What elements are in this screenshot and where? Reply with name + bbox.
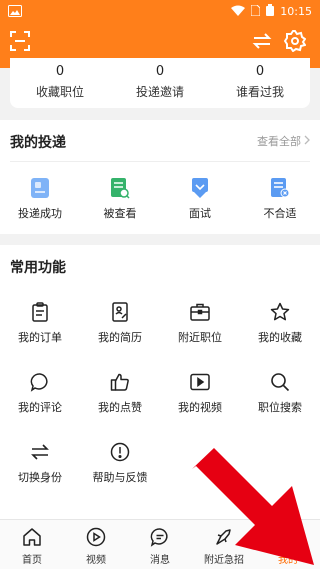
- stats-card: 0 收藏职位 0 投递邀请 0 谁看过我: [10, 58, 310, 108]
- func-label: 我的评论: [18, 401, 62, 414]
- stat-invitations[interactable]: 0 投递邀请: [110, 58, 210, 108]
- func-job-search[interactable]: 职位搜索: [240, 370, 320, 415]
- divider: [10, 161, 310, 162]
- delivery-unsuitable[interactable]: 不合适: [240, 176, 320, 221]
- scan-icon[interactable]: [10, 31, 30, 55]
- func-label: 我的视频: [178, 401, 222, 414]
- status-bar: 10:15: [0, 0, 320, 24]
- stat-value: 0: [255, 64, 265, 79]
- switch-icon: [28, 440, 52, 464]
- section-title: 我的投递: [10, 135, 66, 151]
- stat-label: 谁看过我: [235, 85, 284, 99]
- clipboard-icon: [28, 300, 52, 324]
- clock-time: 10:15: [280, 5, 312, 18]
- section-title: 常用功能: [10, 260, 66, 276]
- chevron-right-icon: [304, 135, 310, 148]
- video-icon: [188, 370, 212, 394]
- stat-favorites[interactable]: 0 收藏职位: [10, 58, 110, 108]
- comment-icon: [28, 370, 52, 394]
- message-icon: [149, 526, 171, 548]
- resume-success-icon: [28, 176, 52, 200]
- func-my-orders[interactable]: 我的订单: [0, 300, 80, 345]
- search-icon: [268, 370, 292, 394]
- func-help-feedback[interactable]: 帮助与反馈: [80, 440, 160, 485]
- func-label: 附近职位: [178, 331, 222, 344]
- func-label: 我的收藏: [258, 331, 302, 344]
- stat-value: 0: [55, 64, 65, 79]
- my-delivery-card: 我的投递 查看全部 投递成功 被查看 面试 不合适: [0, 120, 320, 234]
- func-my-favorites[interactable]: 我的收藏: [240, 300, 320, 345]
- stat-viewers[interactable]: 0 谁看过我: [210, 58, 310, 108]
- nav-label: 视频: [86, 555, 106, 566]
- nav-label: 首页: [22, 555, 42, 566]
- settings-gear-icon[interactable]: [283, 30, 307, 56]
- func-nearby-jobs[interactable]: 附近职位: [160, 300, 240, 345]
- delivery-success[interactable]: 投递成功: [0, 176, 80, 221]
- delivery-label: 面试: [189, 207, 211, 220]
- func-label: 帮助与反馈: [92, 471, 148, 484]
- home-icon: [21, 526, 43, 548]
- func-my-resume[interactable]: 我的简历: [80, 300, 160, 345]
- view-all-link[interactable]: 查看全部: [257, 133, 310, 149]
- func-switch-identity[interactable]: 切换身份: [0, 440, 80, 485]
- func-label: 我的点赞: [98, 401, 142, 414]
- help-icon: [108, 440, 132, 464]
- thumbs-up-icon: [108, 370, 132, 394]
- wifi-icon: [231, 5, 246, 19]
- func-label: 我的订单: [18, 331, 62, 344]
- delivery-label: 投递成功: [18, 207, 62, 220]
- red-arrow-annotation: [192, 448, 314, 565]
- func-my-videos[interactable]: 我的视频: [160, 370, 240, 415]
- viewed-doc-icon: [108, 176, 132, 200]
- briefcase-icon: [188, 300, 212, 324]
- sim-icon: [250, 4, 261, 19]
- delivery-label: 不合适: [263, 207, 297, 220]
- view-all-label: 查看全部: [257, 135, 301, 148]
- func-label: 职位搜索: [258, 401, 302, 414]
- unsuitable-doc-icon: [268, 176, 292, 200]
- nav-home[interactable]: 首页: [0, 520, 64, 569]
- gallery-notification-icon: [8, 5, 22, 20]
- nav-label: 消息: [150, 555, 170, 566]
- func-my-comments[interactable]: 我的评论: [0, 370, 80, 415]
- delivery-label: 被查看: [103, 207, 137, 220]
- nav-video[interactable]: 视频: [64, 520, 128, 569]
- battery-icon: [266, 4, 275, 19]
- star-icon: [268, 300, 292, 324]
- interview-pin-icon: [188, 176, 212, 200]
- func-my-likes[interactable]: 我的点赞: [80, 370, 160, 415]
- play-icon: [85, 526, 107, 548]
- delivery-interview[interactable]: 面试: [160, 176, 240, 221]
- func-label: 我的简历: [98, 331, 142, 344]
- func-label: 切换身份: [18, 471, 62, 484]
- delivery-viewed[interactable]: 被查看: [80, 176, 160, 221]
- stat-label: 投递邀请: [135, 85, 184, 99]
- nav-messages[interactable]: 消息: [128, 520, 192, 569]
- top-toolbar: [0, 24, 320, 58]
- resume-icon: [108, 300, 132, 324]
- stat-label: 收藏职位: [35, 85, 84, 99]
- swap-icon[interactable]: [252, 31, 272, 55]
- stat-value: 0: [155, 64, 165, 79]
